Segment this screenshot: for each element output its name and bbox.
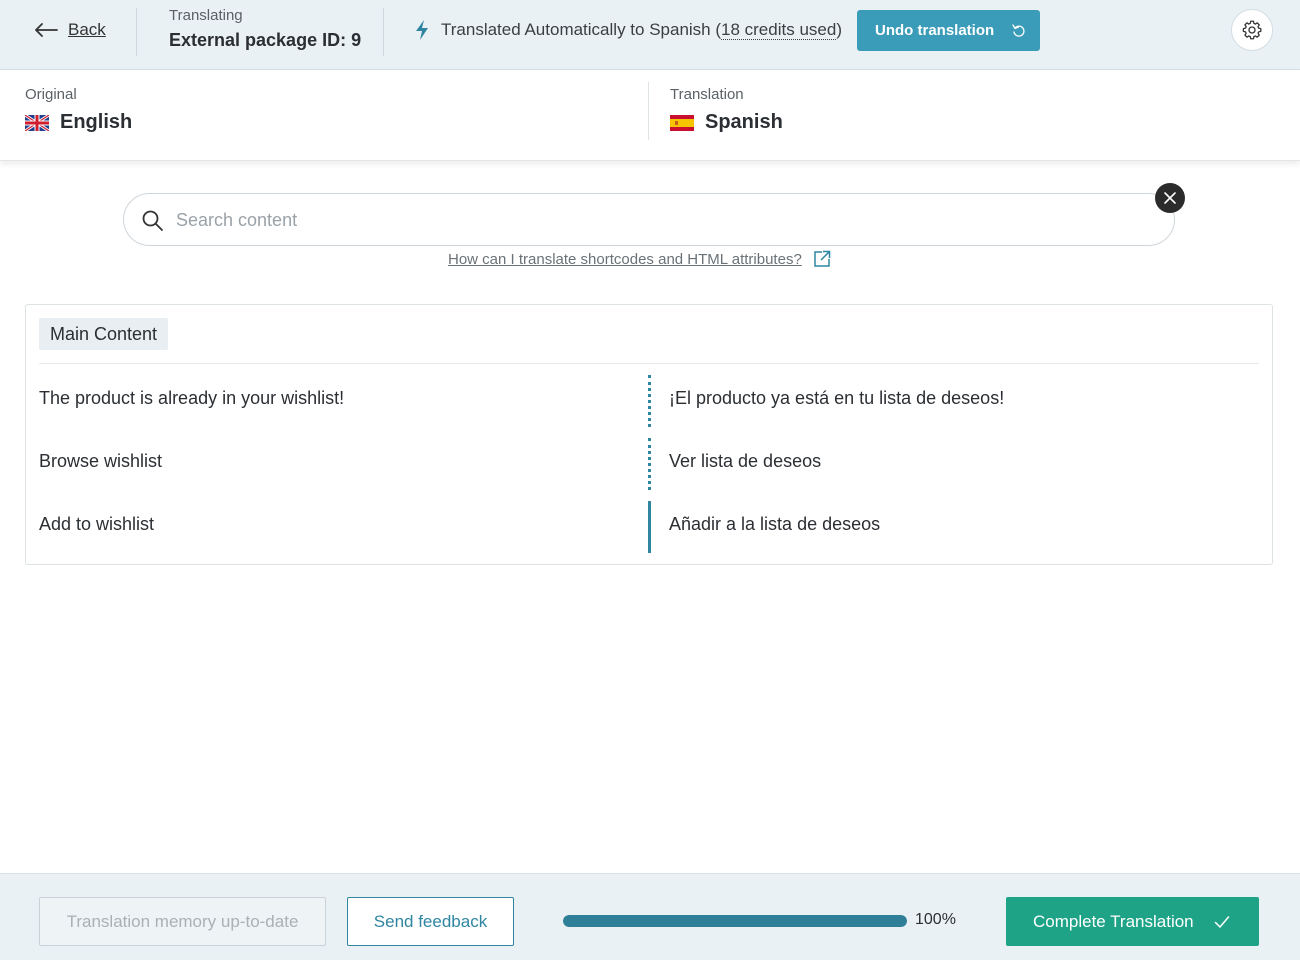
search-icon [142,210,163,231]
segment-status-automatic [648,375,651,427]
undo-icon [1012,23,1025,37]
complete-label: Complete Translation [1033,911,1194,931]
undo-label: Undo translation [875,22,995,39]
translating-context: Translating External package ID: 9 [169,7,361,51]
checkmark-icon [1214,915,1229,928]
section-title: Main Content [39,318,169,350]
back-button[interactable]: Back [34,18,106,42]
credits-used[interactable]: 18 credits used [721,20,837,40]
segment-original: Browse wishlist [39,451,163,471]
divider [136,8,137,56]
segment-row[interactable]: Browse wishlist Ver lista de deseos [26,438,1272,490]
divider [383,8,384,56]
segment-translation[interactable]: Añadir a la lista de deseos [669,514,880,535]
context-title: External package ID: 9 [169,30,362,50]
external-link-icon [814,250,831,267]
original-language-name: English [60,111,133,133]
context-caption: Translating [169,7,243,24]
segment-translation[interactable]: Ver lista de deseos [669,451,821,472]
original-language: Original English [25,86,132,134]
undo-translation-button[interactable]: Undo translation [857,10,1040,51]
footer-bar: Translation memory up-to-date Send feedb… [0,873,1300,960]
back-label: Back [68,20,106,39]
content-panel: Main Content The product is already in y… [25,304,1273,565]
auto-status-text: Translated Automatically to Spanish ( [441,20,722,39]
help-link[interactable]: How can I translate shortcodes and HTML … [448,249,831,269]
divider [39,363,1259,364]
translation-caption: Translation [670,86,744,103]
language-header: Original English Translation Spanish [0,70,1300,161]
segment-row[interactable]: The product is already in your wishlist!… [26,375,1272,427]
back-arrow-icon [35,23,58,37]
top-bar: Back Translating External package ID: 9 … [0,0,1300,70]
segment-original: Add to wishlist [39,514,155,534]
spain-flag-icon [670,114,694,131]
complete-translation-button[interactable]: Complete Translation [1006,897,1259,946]
translation-language: Translation Spanish [670,86,783,134]
progress-percentage: 100% [915,911,956,928]
segment-original: The product is already in your wishlist! [39,388,345,408]
lightning-icon [416,20,428,40]
divider [648,82,649,140]
send-feedback-button[interactable]: Send feedback [347,897,514,946]
close-icon [1164,192,1176,204]
translation-language-name: Spanish [705,111,783,133]
gear-icon [1242,20,1262,40]
translation-memory-button: Translation memory up-to-date [39,897,326,946]
search-bar [123,193,1175,246]
segment-translation[interactable]: ¡El producto ya está en tu lista de dese… [669,388,1004,409]
help-link-text: How can I translate shortcodes and HTML … [448,250,802,268]
uk-flag-icon [25,114,49,131]
segment-status-automatic [648,438,651,490]
auto-status-close: ) [836,20,842,39]
progress-bar [563,915,907,927]
search-input[interactable] [176,206,1076,234]
segment-status-complete [648,501,651,553]
clear-search-button[interactable] [1155,183,1185,213]
auto-translation-status: Translated Automatically to Spanish (18 … [413,18,842,42]
progress-fill [563,915,907,927]
segment-row[interactable]: Add to wishlist Añadir a la lista de des… [26,501,1272,553]
settings-button[interactable] [1231,9,1273,51]
original-caption: Original [25,86,77,103]
